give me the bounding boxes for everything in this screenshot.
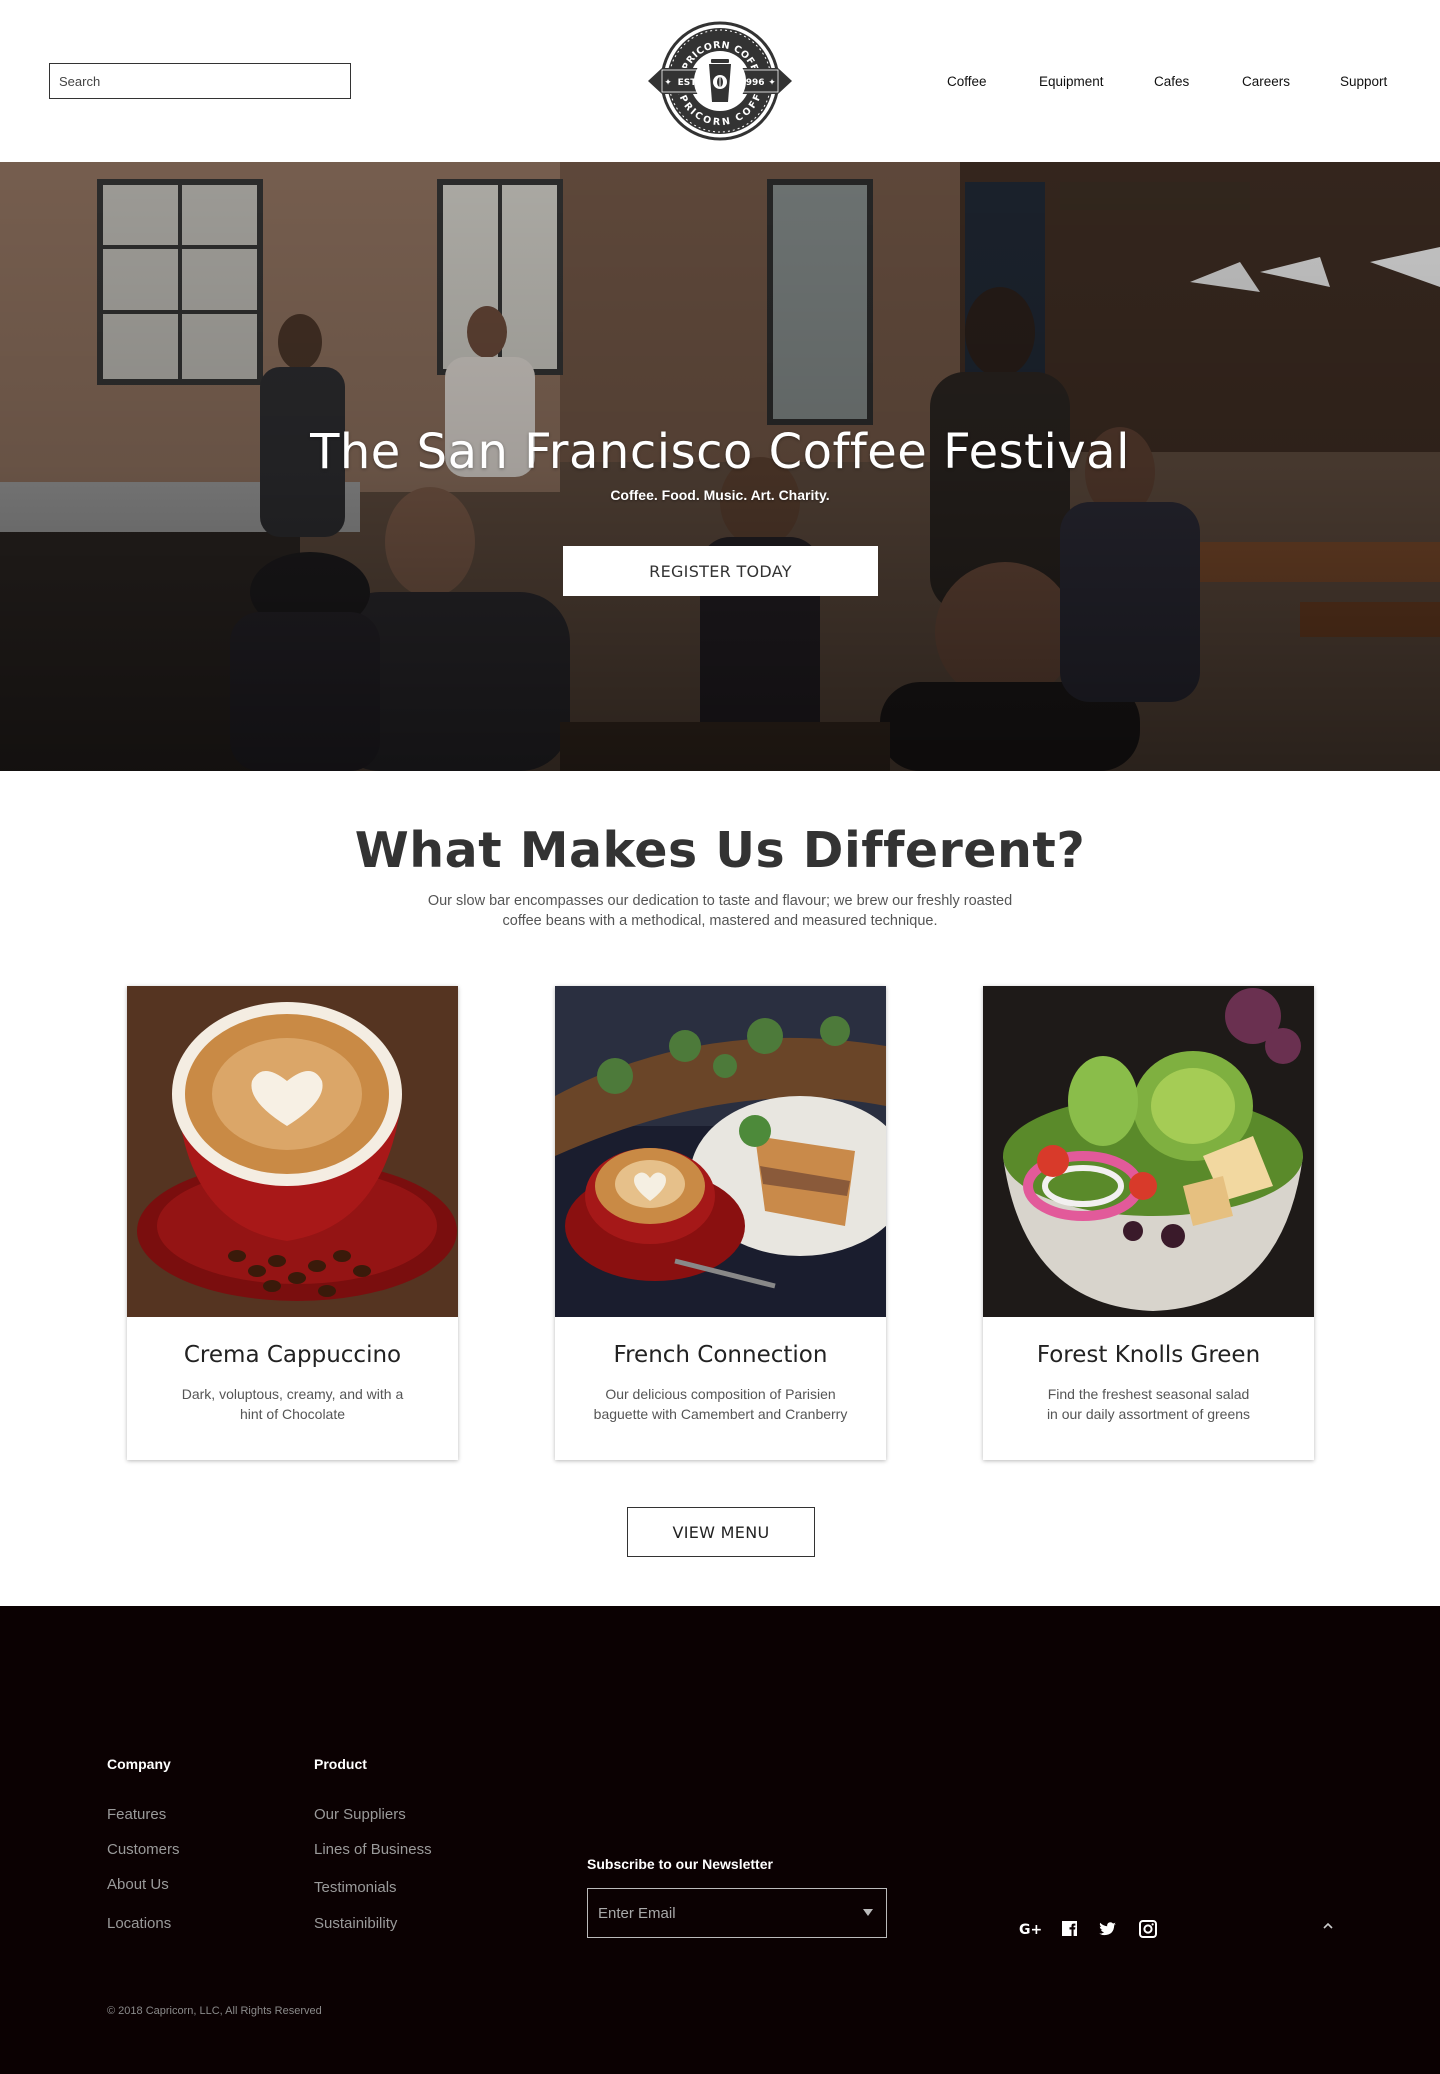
hero-subtitle: Coffee. Food. Music. Art. Charity.	[610, 487, 830, 503]
feature-card-cappuccino[interactable]: Crema Cappuccino Dark, voluptous, creamy…	[127, 986, 458, 1460]
section-description: Our slow bar encompasses our dedication …	[400, 891, 1040, 931]
footer-product-heading: Product	[314, 1756, 367, 1772]
footer-link-locations[interactable]: Locations	[107, 1915, 171, 1932]
footer-company-heading: Company	[107, 1756, 171, 1772]
footer-link-our-suppliers[interactable]: Our Suppliers	[314, 1806, 406, 1823]
cappuccino-photo	[127, 986, 458, 1317]
site-header: CAPRICORN COFFEE CAPRICORN COFFEE EST. 1…	[0, 0, 1440, 162]
back-to-top-chevron-icon[interactable]	[1318, 1916, 1338, 1936]
card-description-line: Dark, voluptous, creamy, and with a	[181, 1386, 404, 1402]
section-description-line: Our slow bar encompasses our dedication …	[427, 893, 1013, 909]
hero-title: The San Francisco Coffee Festival	[310, 424, 1130, 480]
svg-text:G+: G+	[1019, 1922, 1041, 1938]
footer-link-lines-of-business[interactable]: Lines of Business	[314, 1841, 432, 1858]
section-description-line: coffee beans with a methodical, mastered…	[502, 913, 938, 929]
newsletter-submit-arrow-icon[interactable]	[863, 1909, 873, 1916]
google-plus-icon[interactable]: G+	[1019, 1918, 1042, 1940]
feature-card-forest-knolls[interactable]: Forest Knolls Green Find the freshest se…	[983, 986, 1314, 1460]
nav-cafes[interactable]: Cafes	[1154, 74, 1189, 89]
card-title: Crema Cappuccino	[183, 1342, 402, 1368]
nav-support[interactable]: Support	[1340, 74, 1387, 89]
card-description: Dark, voluptous, creamy, and with a hint…	[162, 1384, 423, 1424]
facebook-icon[interactable]	[1060, 1918, 1082, 1940]
card-description-line: Find the freshest seasonal salad	[1047, 1386, 1250, 1402]
section-title: What Makes Us Different?	[354, 822, 1086, 879]
card-title: French Connection	[613, 1342, 828, 1368]
nav-careers[interactable]: Careers	[1242, 74, 1290, 89]
card-description-line: in our daily assortment of greens	[1046, 1406, 1251, 1422]
newsletter-label: Subscribe to our Newsletter	[587, 1856, 773, 1872]
view-menu-button[interactable]: VIEW MENU	[627, 1507, 815, 1557]
card-description-line: Our delicious composition of Parisien	[605, 1386, 836, 1402]
newsletter-field[interactable]	[587, 1888, 887, 1938]
sandwich-coffee-photo	[555, 986, 886, 1317]
feature-card-french-connection[interactable]: French Connection Our delicious composit…	[555, 986, 886, 1460]
card-title: Forest Knolls Green	[1036, 1342, 1261, 1368]
nav-coffee[interactable]: Coffee	[947, 74, 987, 89]
salad-bowl-photo	[983, 986, 1314, 1317]
footer-link-testimonials[interactable]: Testimonials	[314, 1879, 397, 1896]
nav-equipment[interactable]: Equipment	[1039, 74, 1104, 89]
site-footer: Company Features Customers About Us Loca…	[0, 1606, 1440, 2074]
main-nav: Coffee Equipment Cafes Careers Support	[0, 74, 1440, 94]
copyright-text: © 2018 Capricorn, LLC, All Rights Reserv…	[107, 2005, 322, 2017]
register-today-button[interactable]: REGISTER TODAY	[563, 546, 878, 596]
newsletter-email-input[interactable]	[588, 1889, 886, 1937]
instagram-icon[interactable]	[1137, 1918, 1159, 1940]
footer-link-customers[interactable]: Customers	[107, 1841, 180, 1858]
hero-banner: The San Francisco Coffee Festival Coffee…	[0, 162, 1440, 771]
card-description: Our delicious composition of Parisien ba…	[590, 1384, 851, 1424]
footer-link-sustainibility[interactable]: Sustainibility	[314, 1915, 397, 1932]
card-description: Find the freshest seasonal salad in our …	[1018, 1384, 1279, 1424]
card-description-line: hint of Chocolate	[239, 1406, 346, 1422]
footer-link-about-us[interactable]: About Us	[107, 1876, 169, 1893]
footer-link-features[interactable]: Features	[107, 1806, 166, 1823]
card-description-line: baguette with Camembert and Cranberry	[593, 1406, 848, 1422]
twitter-icon[interactable]	[1097, 1918, 1119, 1940]
